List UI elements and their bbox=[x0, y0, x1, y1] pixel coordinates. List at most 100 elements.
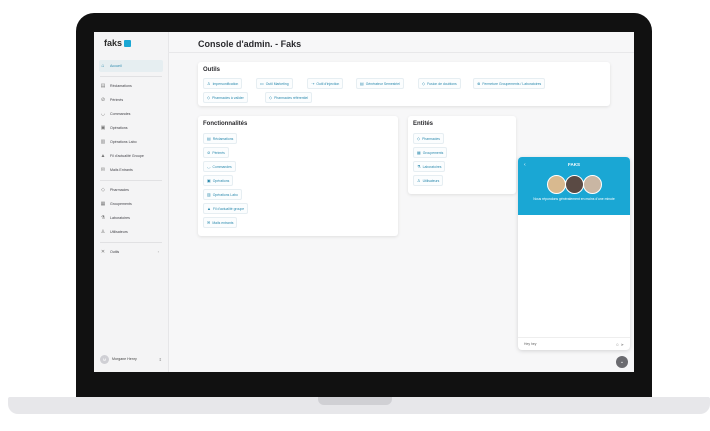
chip-generateur-semestriel[interactable]: ▤ Générateur Semestriel bbox=[356, 78, 404, 89]
agent-avatar bbox=[565, 175, 584, 194]
cart-icon: ◡ bbox=[100, 111, 106, 117]
chat-input[interactable]: Hey hey ☺ ➤ bbox=[518, 337, 630, 350]
sidebar: faks ⌂ Accueil ▤ Réclamations ⊘ Périmés ◡ Co… bbox=[94, 32, 169, 372]
chip-label: Outil d'injection bbox=[316, 81, 340, 86]
chip-impersonification[interactable]: ♙ Impersonification bbox=[203, 78, 243, 89]
header-divider bbox=[168, 52, 634, 53]
chat-actions: ☺ ➤ bbox=[615, 342, 624, 347]
chip-label: Fusion de doublons bbox=[427, 81, 457, 86]
group-icon: ▦ bbox=[100, 201, 106, 207]
sidebar-item-laboratoires[interactable]: ⚗ Laboratoires bbox=[99, 212, 163, 224]
chip-fermeture-groupements[interactable]: ⊗ Fermeture Groupements / Laboratoires bbox=[473, 78, 546, 89]
pharmacy-icon: ◇ bbox=[207, 95, 211, 100]
sidebar-divider bbox=[100, 76, 162, 77]
sidebar-item-label: Accueil bbox=[110, 64, 122, 68]
send-icon[interactable]: ➤ bbox=[621, 342, 624, 347]
sidebar-item-mails-entrants[interactable]: ✉ Mails Entrants bbox=[99, 164, 163, 176]
chip-label: Générateur Semestriel bbox=[365, 81, 400, 86]
card-title: Outils bbox=[203, 67, 221, 73]
sidebar-divider bbox=[100, 180, 162, 181]
sidebar-item-reclamations[interactable]: ▤ Réclamations bbox=[99, 80, 163, 92]
sidebar-item-outils[interactable]: ✕ Outils › bbox=[99, 246, 163, 258]
sidebar-item-fil-actualite[interactable]: ▲ Fil d'actualité Groupe bbox=[99, 150, 163, 162]
chip-groupements[interactable]: ▦ Groupements bbox=[413, 147, 448, 158]
chip-pharmacies-referentiel[interactable]: ◇ Pharmacies référentiel bbox=[265, 92, 312, 103]
chip-label: Fermeture Groupements / Laboratoires bbox=[482, 81, 542, 86]
sidebar-item-label: Laboratoires bbox=[110, 216, 130, 220]
flask-icon: ⚗ bbox=[417, 164, 421, 169]
chip-label: Pharmacies référentiel bbox=[274, 95, 308, 100]
chip-operations-labo[interactable]: ▥ Opérations Labo bbox=[203, 189, 242, 200]
chip-label: Utilisateurs bbox=[422, 178, 440, 183]
sidebar-item-label: Réclamations bbox=[110, 84, 132, 88]
mail-icon: ✉ bbox=[207, 220, 211, 225]
chevron-updown-icon: ⇕ bbox=[158, 356, 162, 362]
sidebar-item-label: Mails Entrants bbox=[110, 168, 133, 172]
chip-pharmacies-a-valider[interactable]: ◇ Pharmacies à valider bbox=[203, 92, 248, 103]
chip-commandes[interactable]: ◡ Commandes bbox=[203, 161, 236, 172]
expired-icon: ⊘ bbox=[207, 150, 211, 155]
sidebar-item-label: Fil d'actualité Groupe bbox=[110, 154, 144, 158]
chip-reclamations[interactable]: ▤ Réclamations bbox=[203, 133, 238, 144]
sidebar-item-groupements[interactable]: ▦ Groupements bbox=[99, 198, 163, 210]
chip-pharmacies[interactable]: ◇ Pharmacies bbox=[413, 133, 444, 144]
sidebar-item-utilisateurs[interactable]: ♙ Utilisateurs bbox=[99, 226, 163, 238]
brand-logo[interactable]: faks bbox=[104, 38, 132, 48]
chat-close-button[interactable]: ⌄ bbox=[616, 356, 628, 368]
operations-icon: ▣ bbox=[207, 178, 211, 183]
chip-label: Fil d'actualité groupe bbox=[212, 206, 245, 211]
agent-avatar bbox=[547, 175, 566, 194]
chip-label: Commandes bbox=[212, 164, 232, 169]
thumb-icon: ▲ bbox=[100, 153, 106, 159]
chip-fusion-doublons[interactable]: ◇ Fusion de doublons bbox=[418, 78, 461, 89]
chip-outil-injection[interactable]: ⇢ Outil d'injection bbox=[307, 78, 344, 89]
chevron-down-icon: ⌄ bbox=[619, 359, 625, 365]
chip-label: Pharmacies bbox=[422, 136, 440, 141]
chip-laboratoires[interactable]: ⚗ Laboratoires bbox=[413, 161, 446, 172]
sidebar-divider bbox=[100, 242, 162, 243]
chat-header: ‹ FAKS Nous répondons généralement en mo… bbox=[518, 157, 630, 215]
sidebar-item-operations[interactable]: ▣ Opérations bbox=[99, 122, 163, 134]
chip-mails-entrants[interactable]: ✉ Mails entrants bbox=[203, 217, 238, 228]
lab-operations-icon: ▥ bbox=[100, 139, 106, 145]
home-icon: ⌂ bbox=[101, 63, 105, 69]
sidebar-item-operations-labo[interactable]: ▥ Opérations Labo bbox=[99, 136, 163, 148]
chip-outil-marketing[interactable]: ▭ Outil Marketing bbox=[256, 78, 293, 89]
sidebar-item-pharmacies[interactable]: ◇ Pharmacies bbox=[99, 184, 163, 196]
sidebar-item-perimes[interactable]: ⊘ Périmés bbox=[99, 94, 163, 106]
card-title: Fonctionnalités bbox=[203, 121, 248, 127]
sidebar-item-label: Périmés bbox=[110, 98, 124, 102]
document-icon: ▤ bbox=[207, 136, 211, 141]
thumb-icon: ▲ bbox=[207, 206, 211, 211]
chip-fil-actualite[interactable]: ▲ Fil d'actualité groupe bbox=[203, 203, 249, 214]
chip-label: Opérations bbox=[212, 178, 230, 183]
chip-label: Laboratoires bbox=[422, 164, 442, 169]
chip-label: Opérations Labo bbox=[212, 192, 238, 197]
megaphone-icon: ▭ bbox=[260, 81, 264, 86]
calendar-icon: ▤ bbox=[360, 81, 364, 86]
chip-operations[interactable]: ▣ Opérations bbox=[203, 175, 234, 186]
sidebar-item-accueil[interactable]: ⌂ Accueil bbox=[99, 60, 163, 72]
app-screen: faks ⌂ Accueil ▤ Réclamations ⊘ Périmés ◡ Co… bbox=[94, 32, 634, 372]
close-group-icon: ⊗ bbox=[477, 81, 481, 86]
user-icon: ♙ bbox=[100, 229, 106, 235]
chip-label: Mails entrants bbox=[212, 220, 234, 225]
agent-avatars bbox=[547, 175, 602, 194]
sidebar-item-commandes[interactable]: ◡ Commandes bbox=[99, 108, 163, 120]
document-icon: ▤ bbox=[100, 83, 106, 89]
pharmacy-icon: ◇ bbox=[269, 95, 273, 100]
chip-label: Périmés bbox=[212, 150, 225, 155]
chat-input-text: Hey hey bbox=[524, 342, 537, 346]
group-icon: ▦ bbox=[417, 150, 421, 155]
emoji-icon[interactable]: ☺ bbox=[615, 342, 619, 347]
entites-card: Entités ◇ Pharmacies ▦ Groupements ⚗ Labora… bbox=[408, 116, 516, 194]
chip-utilisateurs[interactable]: ♙ Utilisateurs bbox=[413, 175, 444, 186]
agent-avatar bbox=[583, 175, 602, 194]
user-menu[interactable]: M Morgane Henry ⇕ bbox=[100, 352, 162, 366]
outils-card: Outils ♙ Impersonification ▭ Outil Marketi… bbox=[198, 62, 610, 106]
sidebar-item-label: Opérations Labo bbox=[110, 140, 137, 144]
user-swap-icon: ♙ bbox=[207, 81, 211, 86]
page-title: Console d'admin. - Faks bbox=[198, 39, 302, 49]
chip-perimes[interactable]: ⊘ Périmés bbox=[203, 147, 229, 158]
chip-label: Impersonification bbox=[212, 81, 239, 86]
